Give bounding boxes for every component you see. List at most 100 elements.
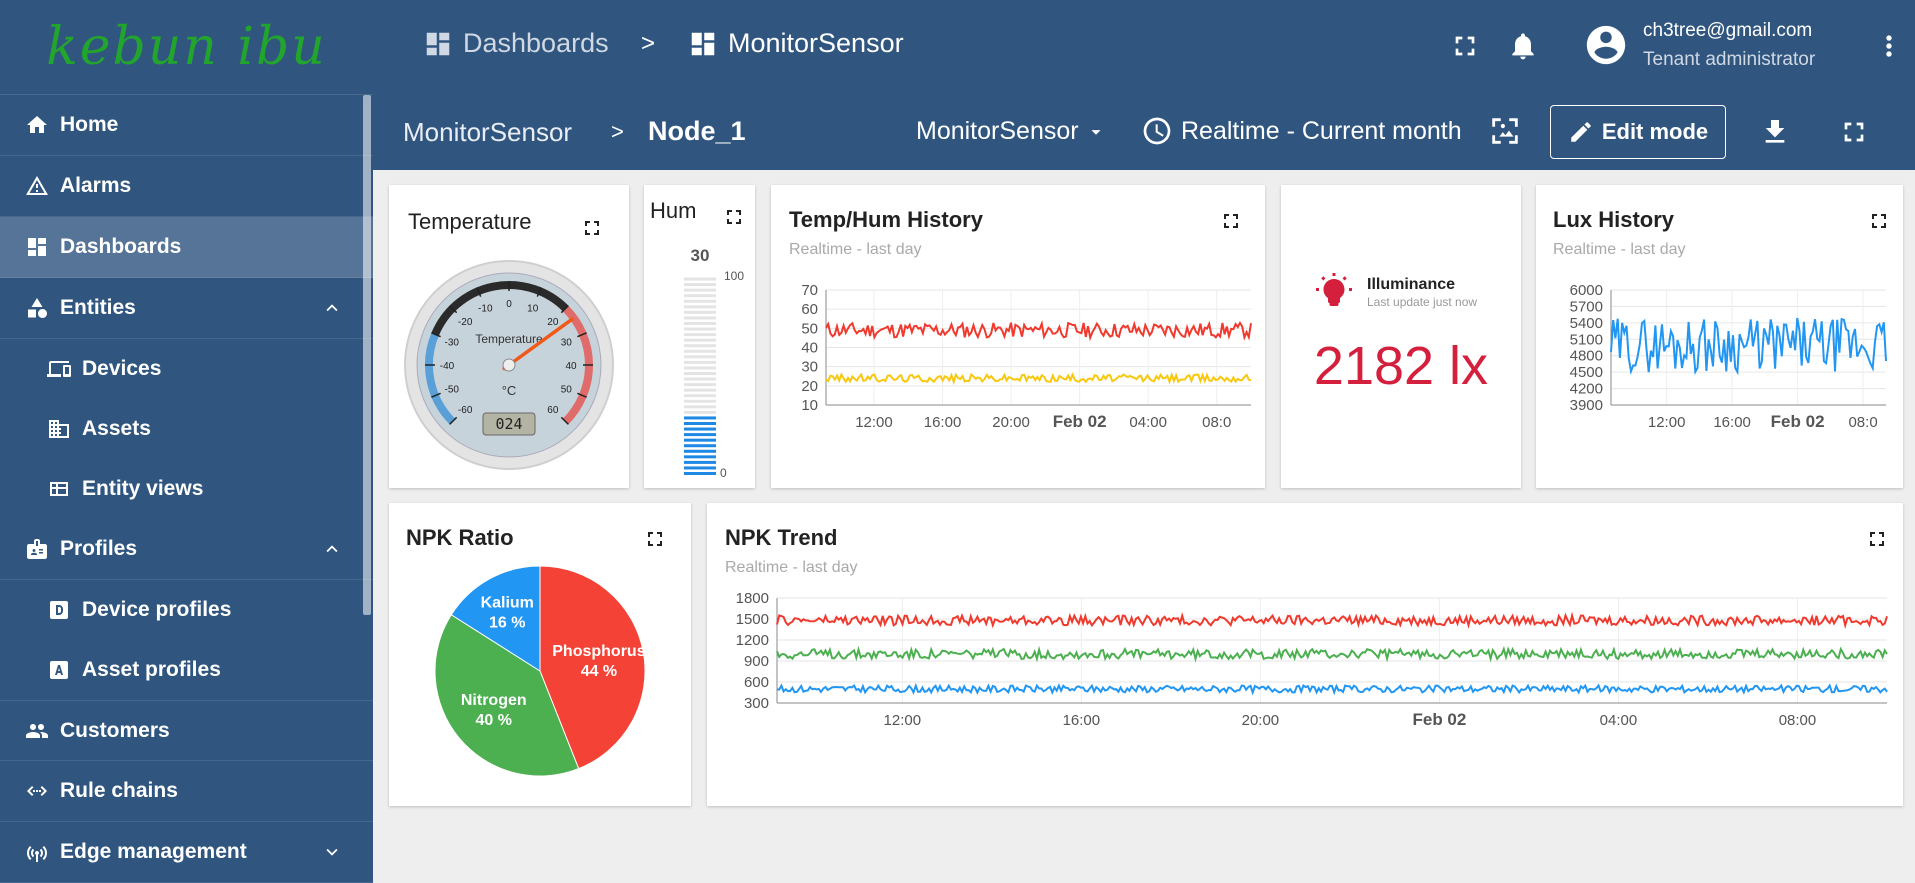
state-label: MonitorSensor [916, 117, 1079, 145]
widget-subtitle: Realtime - last day [725, 559, 858, 576]
sidebar-scrollbar[interactable] [363, 95, 371, 615]
x-tick-label: 08:0 [1202, 414, 1231, 431]
lux-history-widget: Lux History Realtime - last day 6000 5700… [1536, 185, 1903, 488]
hum-bar-segment [684, 444, 716, 448]
fullscreen-icon[interactable] [1867, 209, 1891, 233]
widget-subtitle: Realtime - last day [1553, 241, 1686, 258]
pie-label: Kalium [481, 594, 534, 611]
gauge-tick-label: 0 [506, 299, 512, 310]
breadcrumb-dashboards[interactable]: Dashboards [423, 28, 609, 59]
y-tick-label: 1800 [736, 593, 769, 607]
temp-hum-line-chart: 70 60 50 40 30 20 10 12:00 16:00 20:00 Feb 02 04:00… [801, 282, 1252, 431]
sidebar-item-asset-profiles[interactable]: Asset profiles [0, 640, 373, 700]
devices-icon [46, 356, 72, 382]
series-line [825, 371, 1252, 386]
pencil-icon [1571, 122, 1591, 142]
dashboard-toolbar: MonitorSensor > Node_1 MonitorSensor Rea… [373, 95, 1915, 170]
asset-profile-icon [46, 657, 72, 683]
hum-bar-segment [684, 277, 716, 281]
sidebar-item-assets[interactable]: Assets [0, 399, 373, 459]
state-select[interactable]: MonitorSensor [916, 117, 1107, 146]
x-tick-label: 04:00 [1129, 414, 1167, 431]
hum-max-label: 100 [724, 269, 744, 283]
user-role: Tenant administrator [1643, 49, 1816, 70]
fullscreen-icon[interactable] [1865, 527, 1889, 551]
top-header: Dashboards > MonitorSensor ch3tree@gmail… [373, 0, 1915, 95]
sidebar-item-device-profiles[interactable]: Device profiles [0, 580, 373, 640]
sidebar-item-customers[interactable]: Customers [0, 700, 373, 761]
sidebar-item-label: Devices [82, 357, 162, 380]
lightbulb-icon [1316, 273, 1352, 309]
y-tick-label: 20 [801, 378, 818, 395]
widget-title: Temp/Hum History [789, 207, 983, 232]
sidebar-item-label: Customers [60, 718, 170, 742]
device-profile-icon [46, 597, 72, 623]
illuminance-value: 2182 lx [1313, 336, 1489, 396]
sidebar-item-entities[interactable]: Entities [0, 278, 373, 339]
notifications-icon[interactable] [1507, 30, 1539, 62]
gauge-tick-label: 60 [547, 405, 559, 416]
hum-min-label: 0 [720, 466, 727, 480]
chevron-down-icon[interactable] [321, 841, 343, 863]
fullscreen-icon[interactable] [580, 216, 604, 240]
chevron-up-icon[interactable] [321, 538, 343, 560]
sidebar-item-label: Home [60, 113, 119, 136]
hum-bar-segment [684, 349, 716, 353]
fullscreen-icon[interactable] [1838, 116, 1870, 148]
sidebar-item-label: Edge management [60, 840, 247, 863]
timewindow-button[interactable]: Realtime - Current month [1141, 115, 1462, 147]
sidebar-item-home[interactable]: Home [0, 95, 373, 156]
sidebar-item-rule-chains[interactable]: Rule chains [0, 761, 373, 822]
more-vert-icon[interactable] [1873, 30, 1905, 62]
image-icon[interactable] [1488, 114, 1522, 148]
sidebar-item-label: Device profiles [82, 598, 232, 621]
sidebar-item-devices[interactable]: Devices [0, 339, 373, 399]
y-tick-label: 900 [744, 653, 769, 670]
breadcrumb-label: MonitorSensor [728, 28, 904, 58]
fullscreen-icon[interactable] [643, 527, 667, 551]
y-tick-label: 4500 [1570, 364, 1603, 381]
x-tick-label: 20:00 [1242, 712, 1280, 729]
download-icon[interactable] [1759, 116, 1791, 148]
illuminance-widget: Illuminance Last update just now 2182 lx [1281, 185, 1521, 488]
hum-bar-segment [684, 383, 716, 387]
x-tick-label: 12:00 [884, 712, 922, 729]
widget-subtitle: Realtime - last day [789, 241, 922, 258]
sidebar-item-label: Profiles [60, 537, 138, 560]
app-logo[interactable]: kebun ibu [0, 0, 373, 95]
edit-mode-button[interactable]: Edit mode [1550, 105, 1726, 159]
hum-bar-segment [684, 288, 716, 292]
dashboard-title[interactable]: MonitorSensor [403, 117, 572, 148]
sidebar-item-label: Assets [82, 417, 151, 440]
x-tick-label: Feb 02 [1771, 412, 1825, 431]
hum-bar-segment [684, 310, 716, 314]
widget-title: Temperature [408, 209, 532, 234]
sidebar-item-entity-views[interactable]: Entity views [0, 459, 373, 519]
chevron-up-icon[interactable] [321, 297, 343, 319]
x-tick-label: 08:00 [1779, 712, 1817, 729]
gauge-tick-label: -20 [458, 317, 473, 328]
sidebar-item-alarms[interactable]: Alarms [0, 156, 373, 217]
pie-percent: 16 % [489, 614, 525, 631]
x-tick-label: 12:00 [855, 414, 893, 431]
gauge-label: Temperature [475, 332, 543, 346]
hum-bar-segment [684, 460, 716, 464]
gauge-tick-label: -40 [440, 361, 455, 372]
y-tick-label: 30 [801, 359, 818, 376]
fullscreen-icon[interactable] [1219, 209, 1243, 233]
y-tick-label: 70 [801, 282, 818, 299]
fullscreen-icon[interactable] [1449, 30, 1481, 62]
sidebar-item-dashboards[interactable]: Dashboards [0, 217, 373, 278]
y-tick-label: 60 [801, 301, 818, 318]
breadcrumb-separator: > [641, 30, 656, 57]
clock-icon [1143, 117, 1171, 145]
hum-value-label: 30 [691, 246, 710, 265]
x-tick-label: 16:00 [1713, 414, 1751, 431]
y-tick-label: 4200 [1570, 381, 1603, 398]
avatar[interactable] [1583, 22, 1629, 68]
y-tick-label: 5400 [1570, 315, 1603, 332]
sidebar-item-edge-management[interactable]: Edge management [0, 822, 373, 883]
sidebar-item-profiles[interactable]: Profiles [0, 519, 373, 580]
temperature-widget: Temperature -60 -50 -40 -30 -20 -10 0 10 20 30 40 5… [389, 185, 629, 488]
fullscreen-icon[interactable] [722, 205, 746, 229]
